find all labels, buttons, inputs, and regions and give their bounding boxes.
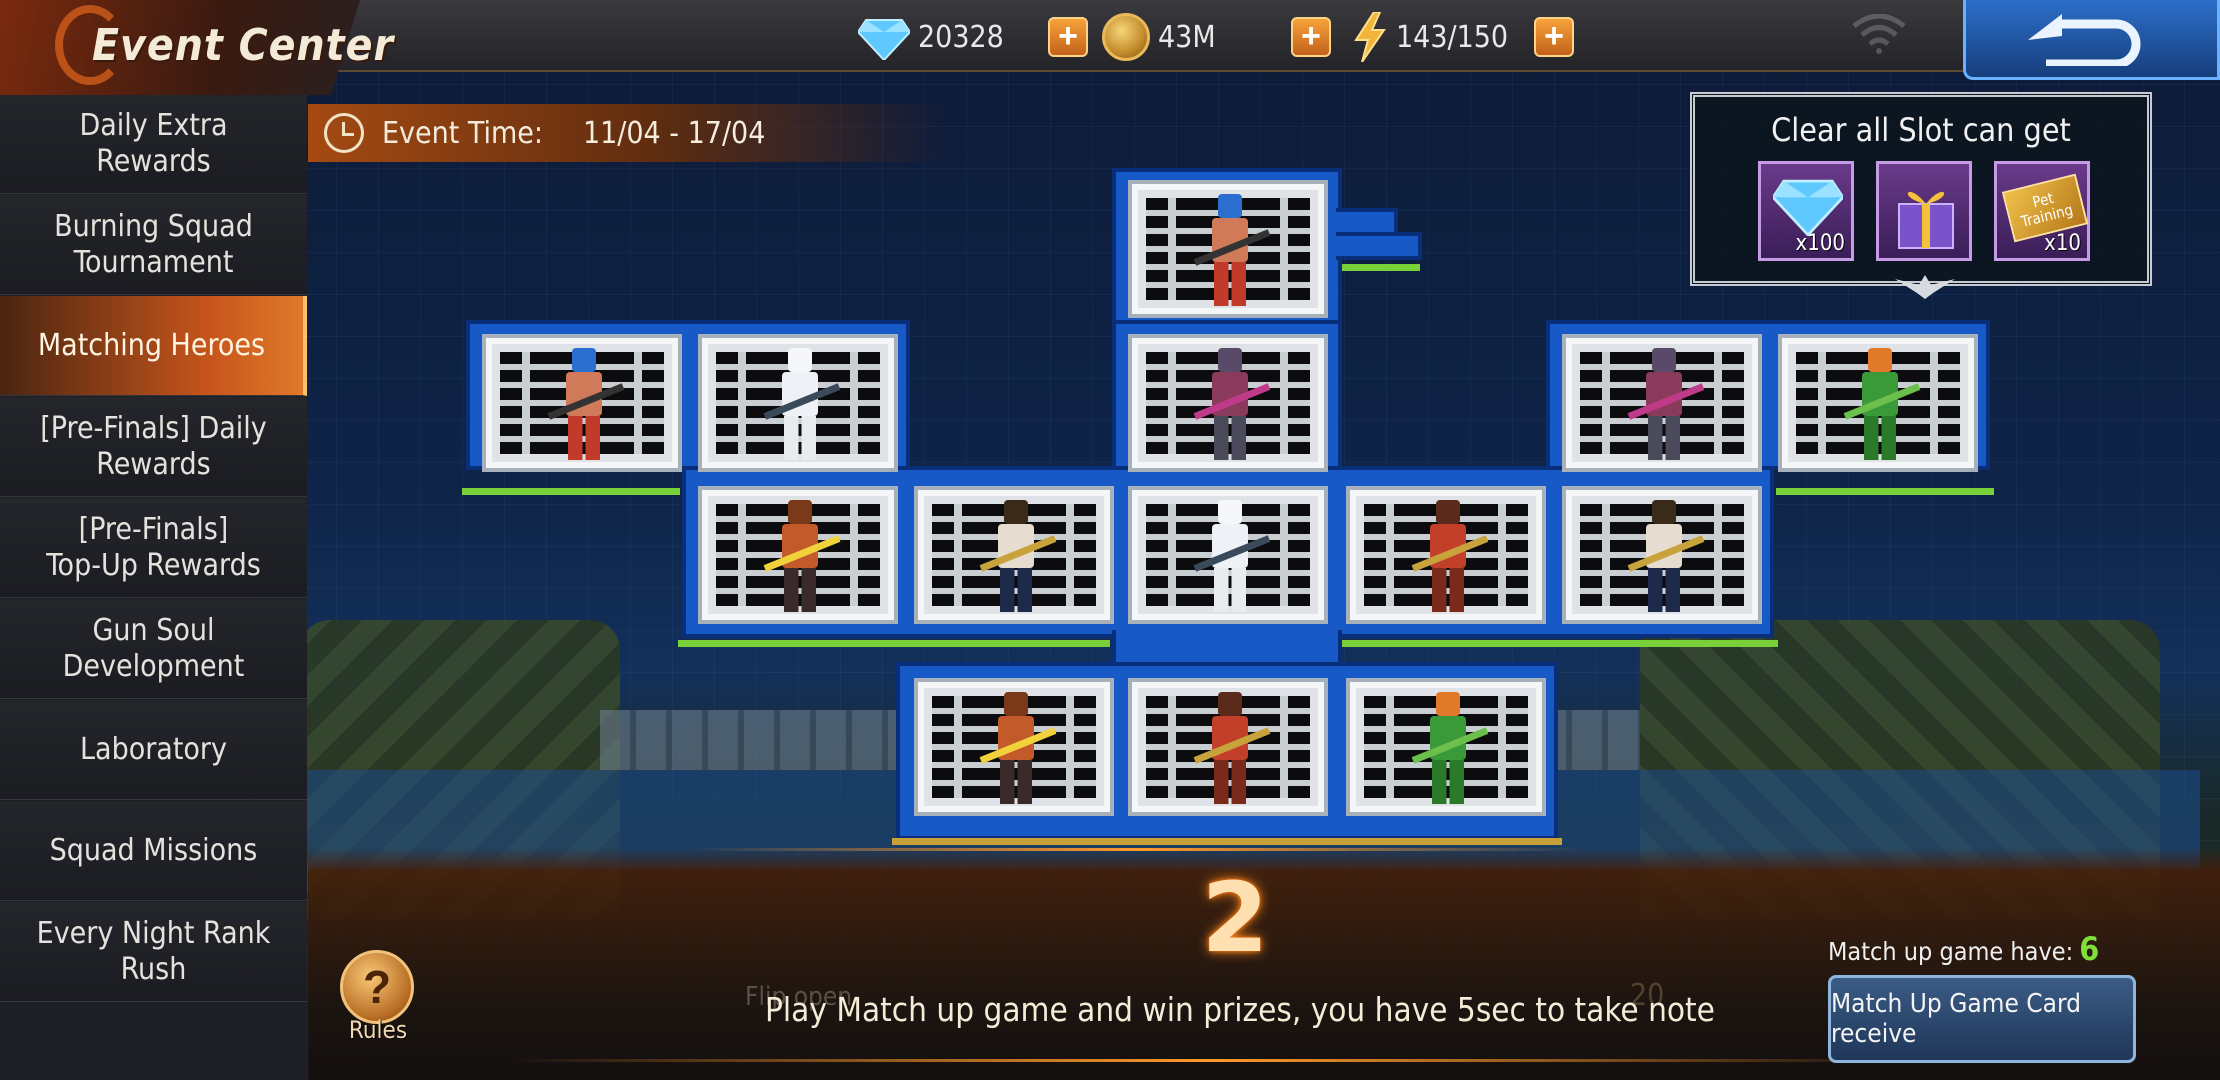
hero-card[interactable] bbox=[1128, 180, 1328, 318]
diamond-icon bbox=[858, 19, 910, 60]
sidebar-item-every-night-rank-rush[interactable]: Every Night Rank Rush bbox=[0, 902, 307, 1002]
blue-hair-gunner-sprite bbox=[1193, 194, 1271, 309]
fairy-rifle-girl-sprite bbox=[1411, 500, 1489, 615]
reward-quantity: x100 bbox=[1795, 231, 1845, 256]
hero-card[interactable] bbox=[698, 334, 898, 472]
instruction-text: Play Match up game and win prizes, you h… bbox=[765, 990, 1715, 1029]
reward-pet-training-card[interactable]: Pet Training x10 bbox=[1994, 161, 2090, 261]
sidebar-item-prefinals-daily-rewards[interactable]: [Pre-Finals] Daily Rewards bbox=[0, 397, 307, 497]
green-armor-girl-sprite bbox=[1411, 692, 1489, 807]
sidebar-item-matching-heroes[interactable]: Matching Heroes bbox=[0, 296, 307, 396]
event-sidebar: Daily Extra Rewards Burning Squad Tourna… bbox=[0, 95, 307, 1080]
board-highlight-line bbox=[462, 488, 680, 495]
hero-card[interactable] bbox=[1562, 334, 1762, 472]
event-dates: 11/04 - 17/04 bbox=[582, 115, 766, 151]
reward-gift-box[interactable] bbox=[1876, 161, 1972, 261]
diamond-counter: 20328 bbox=[858, 12, 1004, 62]
clear-reward-box: Clear all Slot can get x100 Pet Training… bbox=[1690, 92, 2152, 299]
question-mark-icon: ? bbox=[340, 950, 414, 1024]
sidebar-item-gun-soul-development[interactable]: Gun Soul Development bbox=[0, 599, 307, 699]
sidebar-item-laboratory[interactable]: Laboratory bbox=[0, 700, 307, 800]
sword-girl-sprite bbox=[763, 500, 841, 615]
gold-value: 43M bbox=[1158, 19, 1216, 55]
add-gold-button[interactable]: + bbox=[1291, 17, 1331, 57]
wifi-icon bbox=[1852, 14, 1906, 54]
sidebar-item-burning-squad-tournament[interactable]: Burning Squad Tournament bbox=[0, 195, 307, 295]
gold-coin-icon bbox=[1102, 13, 1150, 61]
rules-label: Rules bbox=[348, 1016, 408, 1044]
clock-icon bbox=[324, 113, 364, 153]
board-highlight-line bbox=[1342, 264, 1420, 271]
hero-card[interactable] bbox=[482, 334, 682, 472]
sidebar-item-prefinals-topup-rewards[interactable]: [Pre-Finals] Top-Up Rewards bbox=[0, 498, 307, 598]
board-highlight-line bbox=[1342, 640, 1778, 647]
back-arrow-icon bbox=[2028, 14, 2141, 66]
polar-bear-sniper-sprite bbox=[763, 348, 841, 463]
commando-sprite bbox=[1627, 500, 1705, 615]
receive-card-button[interactable]: Match Up Game Card receive bbox=[1828, 975, 2136, 1063]
hero-card[interactable] bbox=[1128, 334, 1328, 472]
hero-card[interactable] bbox=[1128, 486, 1328, 624]
lightning-icon bbox=[1354, 12, 1386, 62]
event-time-banner: Event Time: 11/04 - 17/04 bbox=[308, 104, 948, 162]
diamond-value: 20328 bbox=[918, 19, 1004, 55]
stamina-value: 143/150 bbox=[1396, 19, 1509, 55]
hero-card[interactable] bbox=[698, 486, 898, 624]
blue-hair-gunner-sprite bbox=[547, 348, 625, 463]
board-highlight-line bbox=[1776, 488, 1994, 495]
rules-button[interactable]: ? Rules bbox=[330, 950, 426, 1050]
sidebar-item-daily-extra-rewards[interactable]: Daily Extra Rewards bbox=[0, 95, 307, 194]
hero-card[interactable] bbox=[1778, 334, 1978, 472]
hero-card[interactable] bbox=[914, 486, 1114, 624]
hero-card[interactable] bbox=[1128, 678, 1328, 816]
gift-box-icon bbox=[1898, 191, 1954, 249]
hero-card[interactable] bbox=[1346, 486, 1546, 624]
reward-quantity: x10 bbox=[2044, 231, 2081, 256]
eagle-emblem-icon bbox=[1895, 275, 1955, 299]
mecha-samurai-sprite bbox=[1627, 348, 1705, 463]
polar-bear-sniper-sprite bbox=[1193, 500, 1271, 615]
page-title: Event Center bbox=[92, 20, 394, 71]
countdown-number: 2 bbox=[1201, 862, 1269, 974]
add-stamina-button[interactable]: + bbox=[1534, 17, 1574, 57]
glow-divider bbox=[688, 848, 1588, 851]
add-diamonds-button[interactable]: + bbox=[1048, 17, 1088, 57]
sidebar-item-squad-missions[interactable]: Squad Missions bbox=[0, 801, 307, 901]
reward-box-title: Clear all Slot can get bbox=[1771, 111, 2071, 149]
match-count-display: Match up game have: 6 bbox=[1828, 930, 2099, 968]
match-count-value: 6 bbox=[2079, 930, 2100, 968]
match-count-label: Match up game have: bbox=[1828, 937, 2074, 966]
event-time-label: Event Time: bbox=[382, 115, 543, 151]
hero-card[interactable] bbox=[1562, 486, 1762, 624]
hero-card[interactable] bbox=[1346, 678, 1546, 816]
back-button[interactable] bbox=[1963, 0, 2220, 80]
board-highlight-line bbox=[678, 640, 1110, 647]
commando-sprite bbox=[979, 500, 1057, 615]
fairy-rifle-girl-sprite bbox=[1193, 692, 1271, 807]
stamina-counter: 143/150 bbox=[1352, 12, 1508, 62]
board-panel-top-step2 bbox=[1336, 232, 1422, 260]
diamond-icon bbox=[1773, 179, 1843, 236]
gold-counter: 43M bbox=[1102, 12, 1216, 62]
hero-card[interactable] bbox=[914, 678, 1114, 816]
sword-girl-sprite bbox=[979, 692, 1057, 807]
board-base-line bbox=[892, 838, 1562, 845]
reward-diamonds[interactable]: x100 bbox=[1758, 161, 1854, 261]
green-armor-girl-sprite bbox=[1843, 348, 1921, 463]
mecha-samurai-sprite bbox=[1193, 348, 1271, 463]
glow-divider bbox=[508, 1059, 1908, 1062]
